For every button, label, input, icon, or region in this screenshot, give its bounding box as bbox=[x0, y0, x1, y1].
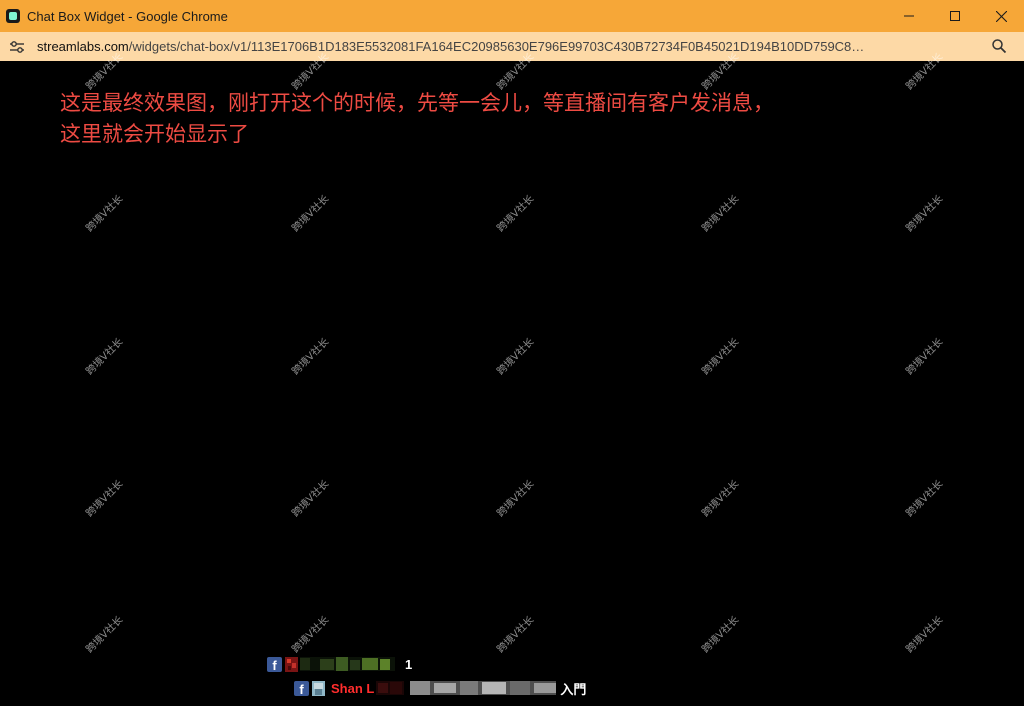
minimize-button[interactable] bbox=[886, 0, 932, 32]
watermark-text: 跨境V社长 bbox=[700, 193, 742, 235]
watermark-text: 跨境V社长 bbox=[290, 478, 332, 520]
watermark-text: 跨境V社长 bbox=[700, 336, 742, 378]
chat-app-icon bbox=[6, 9, 20, 23]
chat-username: Shan L bbox=[331, 680, 375, 696]
watermark-text: 跨境V社长 bbox=[290, 614, 332, 656]
minimize-icon bbox=[904, 15, 914, 17]
url-field[interactable]: streamlabs.com/widgets/chat-box/v1/113E1… bbox=[37, 39, 982, 54]
watermark-text: 跨境V社长 bbox=[495, 614, 537, 656]
watermark-text: 跨境V社长 bbox=[84, 614, 126, 656]
watermark-text: 跨境V社长 bbox=[904, 336, 946, 378]
url-path: /widgets/chat-box/v1/113E1706B1D183E5532… bbox=[128, 39, 865, 54]
watermark-text: 跨境V社长 bbox=[84, 336, 126, 378]
watermark-text: 跨境V社长 bbox=[84, 478, 126, 520]
watermark-text: 跨境V社长 bbox=[290, 193, 332, 235]
site-settings-icon bbox=[10, 40, 24, 53]
facebook-icon: f bbox=[294, 680, 309, 696]
window-title: Chat Box Widget - Google Chrome bbox=[27, 8, 228, 24]
site-info-button[interactable] bbox=[8, 38, 26, 56]
maximize-button[interactable] bbox=[932, 0, 978, 32]
chat-message-text: 入門 bbox=[560, 681, 587, 697]
title-bar[interactable]: Chat Box Widget - Google Chrome bbox=[0, 0, 1024, 32]
watermark-text: 跨境V社长 bbox=[84, 193, 126, 235]
window-controls bbox=[886, 0, 1024, 32]
pixelated-username bbox=[376, 681, 405, 695]
chat-message-text: 1 bbox=[405, 656, 413, 672]
watermark-text: 跨境V社长 bbox=[495, 193, 537, 235]
watermark-text: 跨境V社长 bbox=[904, 614, 946, 656]
watermark-text: 跨境V社长 bbox=[700, 614, 742, 656]
maximize-icon bbox=[950, 11, 960, 21]
chat-message: f 1 bbox=[267, 655, 412, 673]
annotation-line: 这是最终效果图，刚打开这个的时候，先等一会儿，等直播间有客户发消息， bbox=[60, 91, 774, 115]
watermark-text: 跨境V社长 bbox=[700, 478, 742, 520]
browser-window: Chat Box Widget - Google Chrome streamla… bbox=[0, 0, 1024, 706]
watermark-text: 跨境V社长 bbox=[290, 336, 332, 378]
watermark-text: 跨境V社长 bbox=[495, 478, 537, 520]
watermark-text: 跨境V社长 bbox=[904, 478, 946, 520]
pixelated-message bbox=[410, 681, 557, 695]
annotation-note: 这是最终效果图，刚打开这个的时候，先等一会儿，等直播间有客户发消息， 这里就会开… bbox=[60, 88, 940, 150]
annotation-line: 这里就会开始显示了 bbox=[60, 122, 249, 146]
pixelated-username bbox=[300, 657, 395, 671]
facebook-icon: f bbox=[267, 656, 282, 672]
close-icon bbox=[995, 10, 1007, 22]
chat-widget-area: 跨境V社长 跨境V社长 跨境V社长 跨境V社长 跨境V社长 跨境V社长 跨境V社… bbox=[0, 51, 1024, 706]
avatar bbox=[312, 680, 325, 696]
chat-message: f Shan L 入門 bbox=[294, 679, 586, 697]
watermark-text: 跨境V社长 bbox=[904, 193, 946, 235]
avatar bbox=[285, 656, 298, 672]
zoom-icon[interactable] bbox=[991, 38, 1007, 54]
address-bar: streamlabs.com/widgets/chat-box/v1/113E1… bbox=[0, 32, 1024, 61]
close-button[interactable] bbox=[978, 0, 1024, 32]
watermark-text: 跨境V社长 bbox=[495, 336, 537, 378]
